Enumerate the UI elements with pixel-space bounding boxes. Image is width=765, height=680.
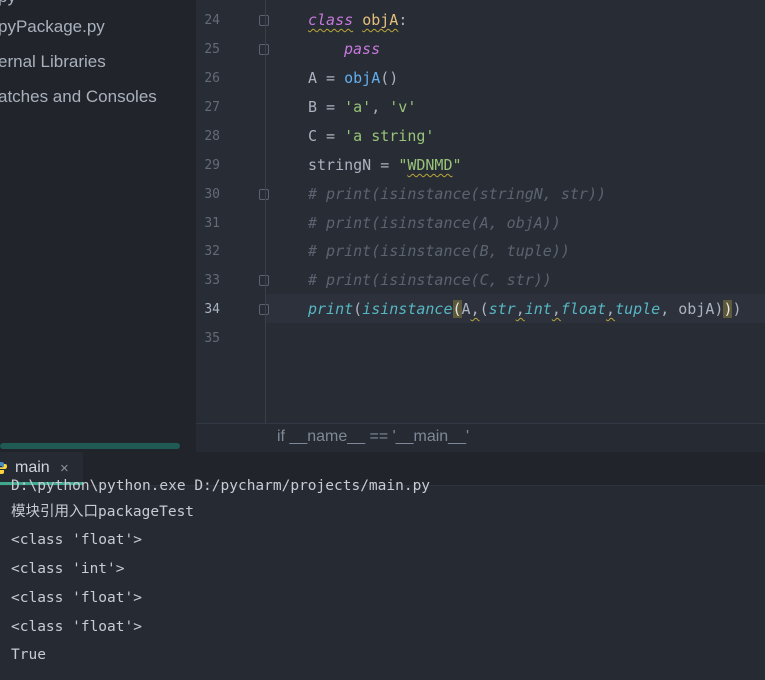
string-quote: " [398,156,408,174]
punct: ) [732,300,742,318]
code-text: B = [308,98,345,116]
run-console[interactable]: D:\python\python.exe D:/pycharm/projects… [0,478,765,680]
string-literal: 'a' [344,98,372,116]
code-text: A [461,300,471,318]
console-output-line: True [11,647,46,663]
code-editor[interactable]: 24 25 26 27 28 29 30 31 32 33 34 35 clas… [196,0,765,423]
line-number: 26 [204,71,220,86]
punct: , [660,300,679,318]
class-ref: objA [344,69,381,87]
code-line-28[interactable]: C = 'a string' [308,122,434,151]
string-literal: 'v' [389,98,417,116]
builtin-float: float [560,300,607,318]
punct: () [380,69,399,87]
project-sidebar: py pyPackage.py ernal Libraries atches a… [0,0,196,452]
punct: : [398,11,408,29]
line-number: 27 [204,100,220,115]
fold-end-icon[interactable] [259,304,269,315]
code-text: stringN = [308,156,399,174]
builtin-int: int [524,300,552,318]
punct: , [551,300,561,318]
python-icon [0,462,7,474]
string-literal: 'a string' [344,127,435,145]
punct: , [371,98,390,116]
sidebar-item-py[interactable]: py [0,0,16,10]
code-text: objA [678,300,715,318]
matched-bracket: ( [452,300,462,318]
punct: , [515,300,525,318]
console-output-line: <class 'float'> [11,532,142,548]
string-literal: WDNMD [407,156,453,174]
punct: , [606,300,616,318]
console-output-line: <class 'float'> [11,590,142,606]
sidebar-item-pypackage[interactable]: pyPackage.py [0,14,105,40]
sidebar-item-scratches-consoles[interactable]: atches and Consoles [0,84,157,110]
console-output-line: <class 'int'> [11,561,125,577]
fold-end-icon[interactable] [259,44,269,55]
sidebar-scrollbar[interactable] [0,443,180,449]
code-line-34[interactable]: print(isinstance(A,(str,int,float,tuple,… [308,295,742,324]
punct: , [470,300,480,318]
line-number-active: 34 [204,302,220,317]
line-number: 35 [204,331,220,346]
code-line-24[interactable]: class objA: [308,6,407,35]
fold-marker-icon[interactable] [259,15,269,26]
class-name: objA [362,11,399,29]
sidebar-item-external-libraries[interactable]: ernal Libraries [0,49,106,75]
code-line-26[interactable]: A = objA() [308,64,398,93]
editor-gutter: 24 25 26 27 28 29 30 31 32 33 34 35 [196,0,269,423]
punct: ( [479,300,489,318]
code-line-25[interactable]: pass [344,35,380,64]
line-number: 28 [204,129,220,144]
fold-end-icon[interactable] [259,275,269,286]
line-number: 31 [204,216,220,231]
builtin-print: print [308,300,354,318]
code-line-27[interactable]: B = 'a', 'v' [308,93,416,122]
code-text: A = [308,69,345,87]
line-number: 29 [204,158,220,173]
fold-marker-icon[interactable] [259,189,269,200]
line-number: 32 [204,244,220,259]
string-quote: " [452,156,462,174]
builtin-str: str [488,300,516,318]
code-comment-31[interactable]: # print(isinstance(A, objA)) [308,209,561,238]
line-number: 33 [204,273,220,288]
code-text: C = [308,127,345,145]
editor-breadcrumb-bar: if __name__ == '__main__' [196,423,765,453]
line-number: 30 [204,187,220,202]
console-output-line: 模块引用入口packageTest [11,504,195,520]
code-comment-32[interactable]: # print(isinstance(B, tuple)) [308,237,570,266]
builtin-isinstance: isinstance [362,300,453,318]
console-output-line: <class 'float'> [11,619,142,635]
line-number: 25 [204,42,220,57]
code-comment-30[interactable]: # print(isinstance(stringN, str)) [308,180,606,209]
keyword: class [308,11,354,29]
breadcrumb[interactable]: if __name__ == '__main__' [277,428,469,446]
code-comment-33[interactable]: # print(isinstance(C, str)) [308,266,552,295]
gutter-divider [265,0,266,423]
console-command-line: D:\python\python.exe D:/pycharm/projects… [11,478,431,494]
punct: ( [353,300,363,318]
builtin-tuple: tuple [615,300,661,318]
keyword: pass [344,40,381,58]
code-line-29[interactable]: stringN = "WDNMD" [308,151,462,180]
line-number: 24 [204,13,220,28]
